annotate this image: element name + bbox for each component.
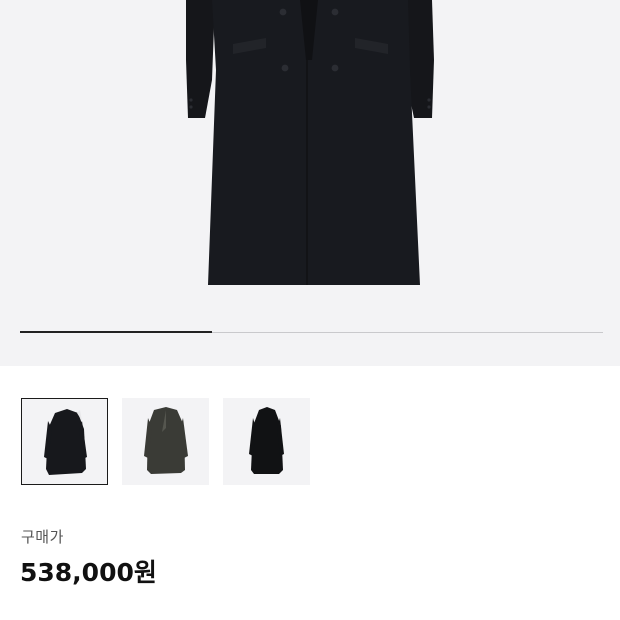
thumbnail-3[interactable] bbox=[223, 398, 310, 485]
thumbnail-1[interactable] bbox=[21, 398, 108, 485]
gallery-progress-fill bbox=[20, 331, 213, 333]
coat-thumbnail-image bbox=[144, 407, 188, 474]
thumbnail-2[interactable] bbox=[122, 398, 209, 485]
coat-thumbnail-image bbox=[44, 409, 87, 475]
coat-thumbnail-image bbox=[249, 407, 284, 474]
price-value: 538,000원 bbox=[20, 558, 157, 587]
price-label: 구매가 bbox=[21, 528, 64, 546]
product-image-area[interactable] bbox=[0, 0, 620, 366]
gallery-progress-bar bbox=[20, 331, 603, 333]
coat-image bbox=[186, 0, 434, 285]
